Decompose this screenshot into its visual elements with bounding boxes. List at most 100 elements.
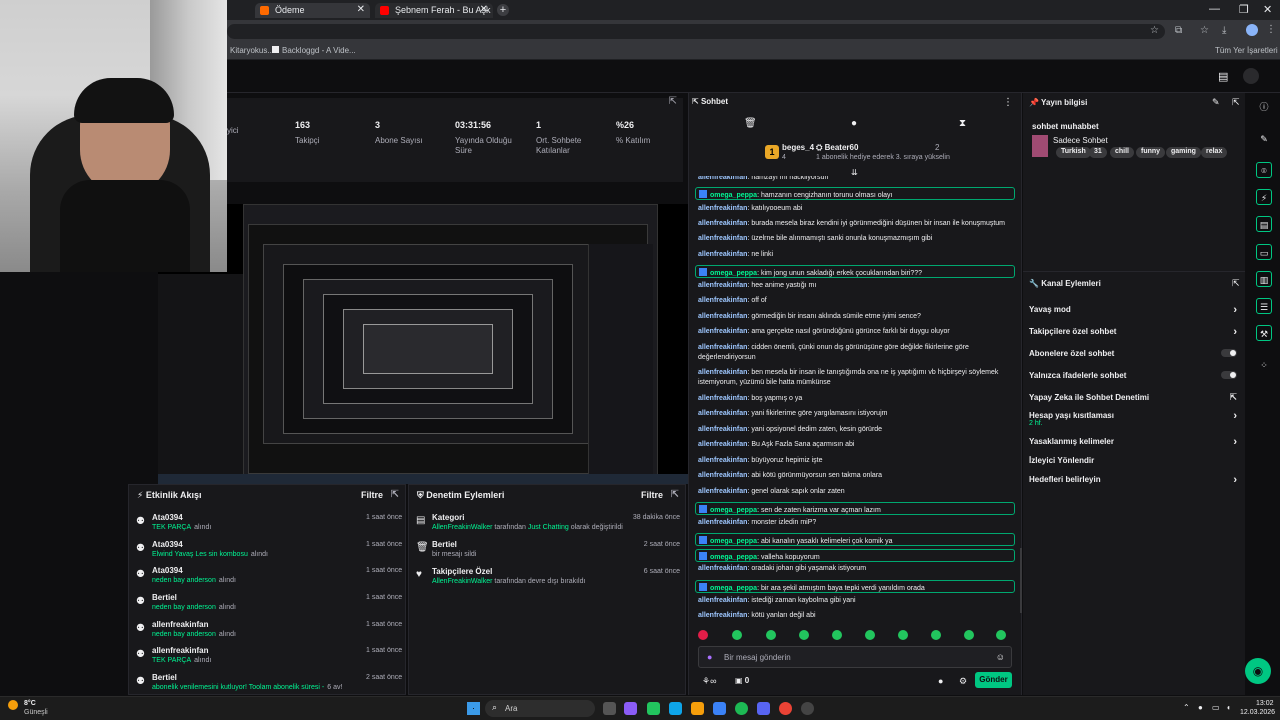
- channel-action-item[interactable]: Abonelere özel sohbet: [1029, 349, 1241, 363]
- clipboard-icon[interactable]: ▤: [1256, 216, 1272, 232]
- browser-tab[interactable]: Şebnem Ferah - Bu Aşk Fazl ✕: [375, 3, 493, 18]
- send-button[interactable]: Gönder: [975, 672, 1012, 688]
- pencil-icon[interactable]: ✎: [1256, 131, 1272, 147]
- chat-menu-icon[interactable]: ⋮: [1003, 97, 1013, 108]
- popout-icon[interactable]: ⇱: [1232, 278, 1240, 289]
- activity-item[interactable]: ⚉ Ata0394 neden bay anderson alındı 1 saat ö…: [136, 566, 402, 590]
- lightning-icon[interactable]: ⚡: [1256, 189, 1272, 205]
- emote-icon[interactable]: [931, 630, 941, 640]
- chat-username[interactable]: allenfreakinfan: [698, 519, 747, 526]
- emote-icon[interactable]: [732, 630, 742, 640]
- copilot-icon[interactable]: [624, 702, 637, 715]
- chat-message[interactable]: allenfreakinfan: üzelrne bile alınmamışt…: [698, 234, 1016, 244]
- chat-message[interactable]: omega_peppa: bir ara şekil atmıştım baya…: [695, 580, 1015, 593]
- volume-icon[interactable]: ◖: [1226, 703, 1231, 712]
- chat-username[interactable]: allenfreakinfan: [698, 205, 747, 212]
- channel-action-item[interactable]: Hedefleri belirleyin ›: [1029, 474, 1241, 489]
- chat-username[interactable]: allenfreakinfan: [698, 441, 747, 448]
- filter-button[interactable]: Filtre: [641, 490, 663, 500]
- store-icon[interactable]: [713, 702, 726, 715]
- chat-message[interactable]: allenfreakinfan: abi kötü görünmüyorsun …: [698, 471, 1016, 481]
- chat-message[interactable]: allenfreakinfan: oradaki johan gibi yaşa…: [698, 564, 1016, 574]
- close-window-icon[interactable]: ✕: [1263, 3, 1272, 16]
- emote-icon[interactable]: [832, 630, 842, 640]
- minimize-icon[interactable]: —: [1209, 3, 1220, 15]
- chat-message[interactable]: allenfreakinfan: ben mesela bir insan il…: [698, 368, 1016, 388]
- channel-action-item[interactable]: Yapay Zeka ile Sohbet Denetimi ⇱: [1029, 392, 1241, 407]
- chat-message[interactable]: omega_peppa: kim jong unun sakladığı erk…: [695, 265, 1015, 278]
- help-bubble-button[interactable]: ◉: [1245, 658, 1271, 684]
- popout-icon[interactable]: ⇱: [391, 489, 399, 500]
- stream-tag[interactable]: gaming: [1166, 147, 1201, 158]
- chat-username[interactable]: allenfreakinfan: [698, 612, 747, 619]
- gear-icon[interactable]: ⚙: [959, 676, 967, 687]
- channel-action-item[interactable]: Yavaş mod ›: [1029, 304, 1241, 319]
- tray-chevron-icon[interactable]: ⌃: [1183, 703, 1190, 712]
- toggle-switch[interactable]: [1221, 371, 1237, 379]
- maximize-icon[interactable]: ❐: [1239, 3, 1249, 16]
- chat-username[interactable]: allenfreakinfan: [698, 235, 747, 242]
- chat-username[interactable]: omega_peppa: [710, 507, 757, 514]
- stream-tag[interactable]: 31: [1089, 147, 1107, 158]
- close-tab-icon[interactable]: ✕: [480, 4, 488, 15]
- mic-tray-icon[interactable]: ●: [1198, 703, 1203, 712]
- new-tab-button[interactable]: +: [497, 4, 509, 16]
- chat-bubble-icon[interactable]: ●: [851, 118, 857, 129]
- gifter-user[interactable]: ⛭ Beater60: [816, 143, 858, 153]
- all-bookmarks-link[interactable]: Tüm Yer İşaretleri: [1215, 46, 1278, 55]
- chat-scrollbar[interactable]: [1020, 548, 1022, 613]
- category-name[interactable]: Sadece Sohbet: [1053, 136, 1108, 145]
- chat-username[interactable]: allenfreakinfan: [698, 597, 747, 604]
- menu-icon[interactable]: ⋮: [1266, 24, 1276, 35]
- download-icon[interactable]: ⤓: [1222, 25, 1226, 36]
- emote-icon[interactable]: [898, 630, 908, 640]
- activity-item[interactable]: ⚉ allenfreakinfan TEK PARÇA alındı 1 saat ön…: [136, 646, 402, 670]
- discord-icon[interactable]: [757, 702, 770, 715]
- close-tab-icon[interactable]: ✕: [357, 4, 365, 15]
- activity-item[interactable]: ⚉ Bertiel abonelik venilemesini kutluyor! …: [136, 673, 402, 697]
- taskbar-search[interactable]: ⌕ Ara: [485, 700, 595, 717]
- popout-icon[interactable]: ⇱: [692, 97, 699, 106]
- spotify-icon[interactable]: [735, 702, 748, 715]
- chat-message[interactable]: allenfreakinfan: ama gerçekte nasıl görü…: [698, 327, 1016, 337]
- expand-icon[interactable]: ⇊: [851, 168, 858, 177]
- user-avatar[interactable]: [1243, 68, 1259, 84]
- chrome-icon[interactable]: [779, 702, 792, 715]
- popout-icon[interactable]: ⇱: [671, 489, 679, 500]
- emote-icon[interactable]: [865, 630, 875, 640]
- chat-username[interactable]: allenfreakinfan: [698, 297, 747, 304]
- chat-username[interactable]: allenfreakinfan: [698, 395, 747, 402]
- chat-input[interactable]: ● Bir mesaj gönderin ☺: [698, 646, 1012, 668]
- chat-message[interactable]: allenfreakinfan: kötü yanları değil abi: [698, 611, 1016, 621]
- weather-desc[interactable]: Güneşli: [24, 709, 48, 716]
- emote-icon[interactable]: [799, 630, 809, 640]
- mod-action-item[interactable]: ▤ Kategori AllenFreakinWalker tarafından J…: [416, 513, 680, 539]
- emote-icon[interactable]: [766, 630, 776, 640]
- activity-item[interactable]: ⚉ Ata0394 TEK PARÇA alındı 1 saat önce: [136, 513, 402, 537]
- hourglass-icon[interactable]: ⧗: [959, 118, 966, 129]
- weather-temp[interactable]: 8°C: [24, 700, 36, 707]
- nodes-icon[interactable]: ⁘: [1256, 357, 1272, 373]
- emoji-icon[interactable]: ☺: [996, 652, 1005, 662]
- chat-message[interactable]: allenfreakinfan: hee anime yastığı mı: [698, 281, 1016, 291]
- emote-icon[interactable]: [996, 630, 1006, 640]
- url-field[interactable]: ☆: [227, 24, 1165, 39]
- chat-message[interactable]: allenfreakinfan: monster izledin miP?: [698, 518, 1016, 528]
- mod-action-item[interactable]: 🗑 Bertiel bir mesajı sildi 2 saat önce: [416, 540, 680, 566]
- chat-message[interactable]: omega_peppa: sen de zaten karizma var aç…: [695, 502, 1015, 515]
- popout-icon[interactable]: ⇱: [1232, 97, 1240, 108]
- chat-username[interactable]: allenfreakinfan: [698, 565, 747, 572]
- chat-username[interactable]: omega_peppa: [710, 270, 757, 277]
- chat-message[interactable]: allenfreakinfan: yani opsiyonel dedim za…: [698, 425, 1016, 435]
- chat-bubble-icon[interactable]: ●: [938, 676, 943, 686]
- chat-username[interactable]: allenfreakinfan: [698, 488, 747, 495]
- clock-date[interactable]: 12.03.2026: [1240, 709, 1275, 716]
- points-display[interactable]: ▣ 0: [735, 676, 749, 685]
- chat-message[interactable]: allenfreakinfan: genel olarak sapık onla…: [698, 487, 1016, 497]
- chat-username[interactable]: omega_peppa: [710, 538, 757, 545]
- chat-username[interactable]: allenfreakinfan: [698, 457, 747, 464]
- chat-username[interactable]: allenfreakinfan: [698, 251, 747, 258]
- chat-message[interactable]: allenfreakinfan: boş yapmış o ya: [698, 394, 1016, 404]
- chat-message[interactable]: allenfreakinfan: off of: [698, 296, 1016, 306]
- stream-tag[interactable]: chill: [1110, 147, 1135, 158]
